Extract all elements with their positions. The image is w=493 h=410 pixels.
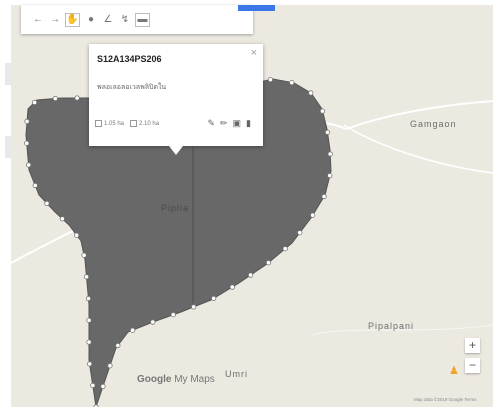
checkbox-icon[interactable] — [130, 120, 138, 127]
delete-icon[interactable]: ▮ — [246, 118, 251, 129]
line-icon[interactable]: ∠ — [101, 13, 115, 27]
polygon-vertex-handle[interactable] — [24, 140, 30, 146]
polygon-vertex-handle[interactable] — [86, 339, 92, 345]
polygon-vertex-handle[interactable] — [115, 342, 121, 349]
drawing-toolbar: ← → ✋ ● ∠ ↯ ▬ — [21, 5, 253, 34]
polygon-vertex-handle[interactable] — [52, 95, 58, 102]
checkbox-icon[interactable] — [95, 120, 102, 127]
polygon-vertex-handle[interactable] — [170, 312, 176, 318]
polygon-vertex-handle[interactable] — [93, 404, 99, 407]
polygon-vertex-handle[interactable] — [107, 363, 113, 369]
polygon-vertex-handle[interactable] — [191, 304, 197, 310]
polygon-vertex-handle[interactable] — [74, 95, 80, 101]
polygon-vertex-handle[interactable] — [100, 383, 106, 389]
place-label-pipalpani: Pipalpani — [368, 321, 415, 331]
polygon-vertex-handle[interactable] — [324, 129, 331, 135]
polygon-vertex-handle[interactable] — [308, 90, 314, 96]
polygon-vertex-handle[interactable] — [248, 272, 254, 278]
close-icon[interactable]: × — [251, 47, 257, 59]
logo-product: My Maps — [171, 374, 215, 385]
polygon-vertex-handle[interactable] — [86, 317, 92, 323]
popup-actions: ✎ ✏ ▣ ▮ — [207, 118, 251, 129]
place-label-umri: Umri — [225, 369, 248, 379]
hand-icon[interactable]: ✋ — [65, 12, 80, 27]
polygon-vertex-handle[interactable] — [289, 80, 295, 86]
popup-pointer — [169, 146, 183, 155]
feature-info-popup: S12A134PS206 × พลอเลอลอเวลพลิปิดใน 1.05 … — [89, 44, 263, 146]
polygon-vertex-handle[interactable] — [282, 246, 288, 252]
polygon-vertex-handle[interactable] — [265, 260, 272, 266]
logo-google: Google — [137, 374, 172, 385]
polygon-vertex-handle[interactable] — [85, 295, 92, 302]
polygon-vertex-handle[interactable] — [32, 182, 38, 189]
polygon-vertex-handle[interactable] — [44, 200, 50, 206]
polygon-vertex-handle[interactable] — [81, 252, 87, 258]
polygon-vertex-handle[interactable] — [87, 361, 93, 367]
polygon-vertex-handle[interactable] — [310, 212, 316, 218]
zoom-out-button[interactable]: − — [465, 358, 480, 373]
polygon-vertex-handle[interactable] — [31, 99, 38, 106]
google-my-maps-logo: Google My Maps — [137, 374, 215, 385]
popup-title: S12A134PS206 — [97, 54, 162, 64]
popup-footer: 1.05 ha 2.10 ha — [95, 120, 159, 127]
redo-icon[interactable]: → — [48, 13, 62, 27]
polygon-vertex-handle[interactable] — [229, 284, 235, 290]
pegman-icon[interactable]: ♟ — [449, 364, 459, 377]
search-bar-accent — [238, 5, 275, 11]
side-panel-edge — [0, 5, 12, 187]
popup-footer-item: 2.10 ha — [139, 120, 160, 127]
polygon-vertex-handle[interactable] — [73, 232, 80, 238]
polygon-vertex-handle[interactable] — [267, 77, 273, 83]
zoom-in-button[interactable]: + — [465, 338, 480, 353]
map-attribution[interactable]: Map data ©2019 Google Terms — [414, 397, 477, 402]
polygon-vertex-handle[interactable] — [130, 327, 136, 333]
paint-icon[interactable]: ✎ — [207, 118, 215, 129]
polygon-vertex-handle[interactable] — [211, 295, 217, 301]
polygon-vertex-handle[interactable] — [83, 274, 90, 280]
road — [343, 124, 493, 174]
undo-icon[interactable]: ← — [31, 13, 45, 27]
polygon-vertex-handle[interactable] — [321, 193, 327, 200]
edit-icon[interactable]: ✏ — [220, 118, 228, 129]
polygon-vertex-handle[interactable] — [90, 382, 96, 388]
ruler-icon[interactable]: ▬ — [135, 12, 150, 27]
popup-description: พลอเลอลอเวลพลิปิดใน — [97, 84, 167, 91]
polygon-vertex-handle[interactable] — [26, 162, 32, 168]
polygon-vertex-handle[interactable] — [319, 108, 326, 114]
polygon-vertex-handle[interactable] — [59, 216, 65, 222]
polygon-vertex-handle[interactable] — [327, 151, 333, 157]
place-label-gamgaon: Gamgaon — [410, 119, 457, 129]
polygon-vertex-handle[interactable] — [297, 230, 303, 236]
place-label-piplia: Piplia — [161, 203, 190, 213]
route-icon[interactable]: ↯ — [118, 13, 132, 27]
polygon-vertex-handle[interactable] — [327, 173, 333, 179]
marker-icon[interactable]: ● — [84, 13, 98, 27]
polygon-vertex-handle[interactable] — [24, 118, 30, 125]
polygon-vertex-handle[interactable] — [150, 319, 156, 325]
camera-icon[interactable]: ▣ — [233, 118, 242, 129]
popup-footer-item: 1.05 ha — [104, 120, 125, 127]
